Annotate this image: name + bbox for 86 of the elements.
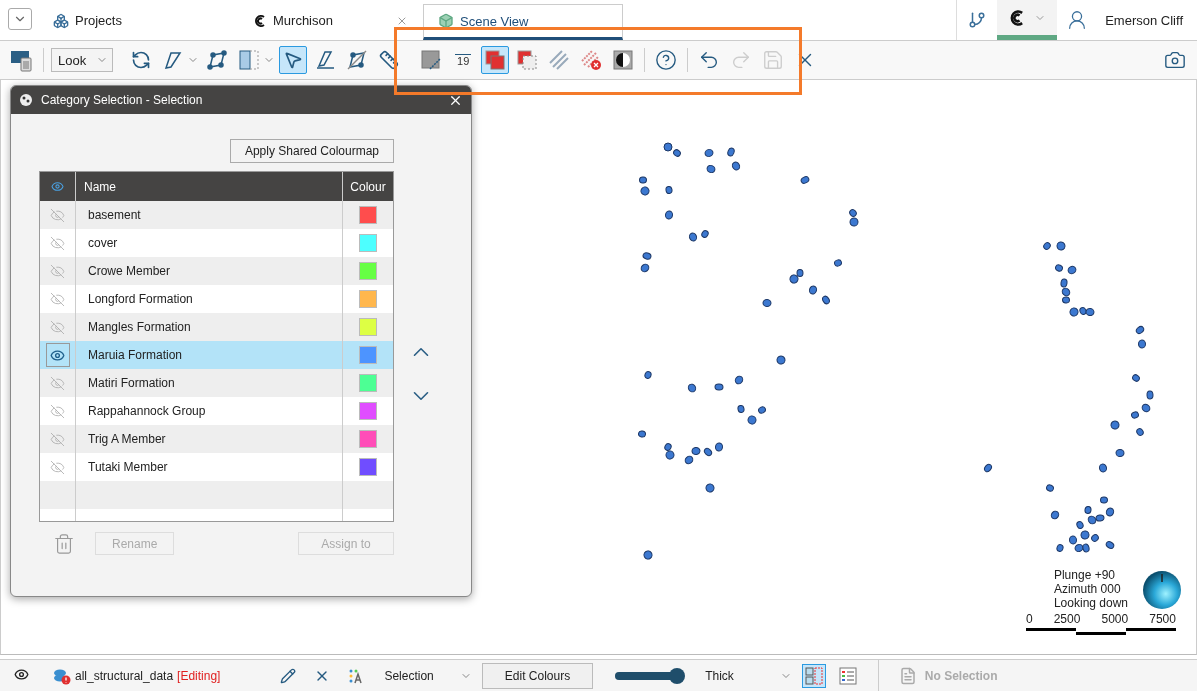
scale-label: 7500 [1149, 612, 1176, 626]
colour-swatch[interactable] [359, 318, 377, 336]
hatch-delete-icon [580, 49, 603, 71]
colour-swatch[interactable] [359, 458, 377, 476]
tab[interactable]: Murchison [238, 0, 423, 40]
help-icon [655, 49, 678, 71]
scale-label: 2500 [1053, 612, 1081, 626]
eye-icon [51, 180, 64, 193]
category-row[interactable]: Trig A Member [40, 425, 393, 453]
ruler-icon [379, 50, 400, 70]
eye-off-icon [50, 375, 65, 391]
apply-colourmap-button[interactable]: Apply Shared Colourmap [229, 139, 394, 163]
colour-swatch[interactable] [359, 346, 377, 364]
save-icon [762, 49, 785, 71]
polygon-icon [206, 49, 229, 71]
document-icon [898, 666, 917, 685]
tab[interactable]: Projects [38, 0, 238, 40]
category-row[interactable]: Matiri Formation [40, 369, 393, 397]
orientation-text: Looking down [1053, 596, 1128, 610]
user-name: Emerson Cliff [1105, 12, 1183, 28]
monitor-trash-icon [10, 48, 34, 72]
trash-icon[interactable] [53, 532, 75, 555]
scale-label: 0 [1025, 612, 1033, 626]
hatch-lines-icon [548, 49, 571, 71]
branch-icon[interactable] [968, 11, 987, 29]
square-corner-icon [420, 49, 443, 71]
eye-off-icon [50, 207, 65, 223]
rotate-icon [131, 50, 152, 70]
edit-colours-button[interactable]: Edit Colours [481, 662, 594, 689]
pointer-icon [283, 50, 304, 70]
scale-label: 5000 [1101, 612, 1129, 626]
list-view-icon [838, 666, 857, 685]
colour-swatch[interactable] [359, 290, 377, 308]
cube-icon [438, 13, 454, 29]
thickness-dropdown[interactable]: Thick [695, 668, 792, 683]
eye-off-icon [50, 403, 65, 419]
eye-icon [50, 347, 65, 363]
column-header: Colour [343, 172, 393, 201]
dialog-title: Category Selection - Selection [41, 93, 204, 107]
colour-swatch[interactable] [359, 262, 377, 280]
panel-icon [238, 49, 261, 71]
overlapping-squares-icon [484, 49, 507, 71]
thickness-slider[interactable] [615, 667, 686, 684]
logo-icon [253, 13, 267, 28]
eye-off-icon [50, 235, 65, 251]
polygon-slash-icon [346, 49, 369, 71]
dataset-status: [Editing] [177, 668, 221, 683]
contrast-icon [612, 49, 635, 71]
category-row[interactable]: Crowe Member [40, 257, 393, 285]
column-header: Name [76, 172, 343, 201]
pen-icon [163, 50, 184, 70]
eye-off-icon [50, 263, 65, 279]
pen-plane-icon [314, 49, 337, 71]
selection-text: No Selection [924, 668, 998, 683]
colour-swatch[interactable] [359, 430, 377, 448]
grid-view-icon [804, 666, 823, 685]
eye-off-icon [50, 431, 65, 447]
dots-letter-icon [348, 667, 365, 684]
view-mode-select[interactable]: Look [51, 48, 114, 72]
pencil-icon[interactable] [280, 667, 297, 684]
eye-icon [14, 666, 29, 682]
colour-swatch[interactable] [359, 374, 377, 392]
category-row[interactable]: basement [40, 201, 393, 229]
colour-swatch[interactable] [359, 206, 377, 224]
eye-off-icon [50, 291, 65, 307]
palette-icon [19, 93, 33, 107]
orientation-sphere-icon [1142, 570, 1182, 610]
menu-dropdown[interactable] [8, 8, 32, 30]
category-row[interactable]: Maruia Formation [40, 341, 393, 369]
colour-swatch[interactable] [359, 234, 377, 252]
dataset-name: all_structural_data [75, 668, 174, 683]
mode-dropdown[interactable]: Selection [374, 668, 472, 683]
view-button[interactable] [801, 663, 826, 688]
toolbar-button[interactable] [279, 46, 308, 74]
square-dashed-icon [516, 49, 539, 71]
cubes-icon [53, 12, 69, 29]
eye-off-icon [50, 459, 65, 475]
eye-off-icon [50, 319, 65, 335]
colour-swatch[interactable] [359, 402, 377, 420]
camera-icon [1164, 49, 1186, 71]
orientation-text: Azimuth 000 [1053, 582, 1122, 596]
toolbar-button[interactable]: 19 [449, 46, 478, 74]
category-row[interactable]: Mangles Formation [40, 313, 393, 341]
orientation-text: Plunge +90 [1053, 568, 1116, 582]
visibility-toggle[interactable] [45, 343, 70, 367]
tab[interactable]: Scene View [423, 4, 623, 40]
